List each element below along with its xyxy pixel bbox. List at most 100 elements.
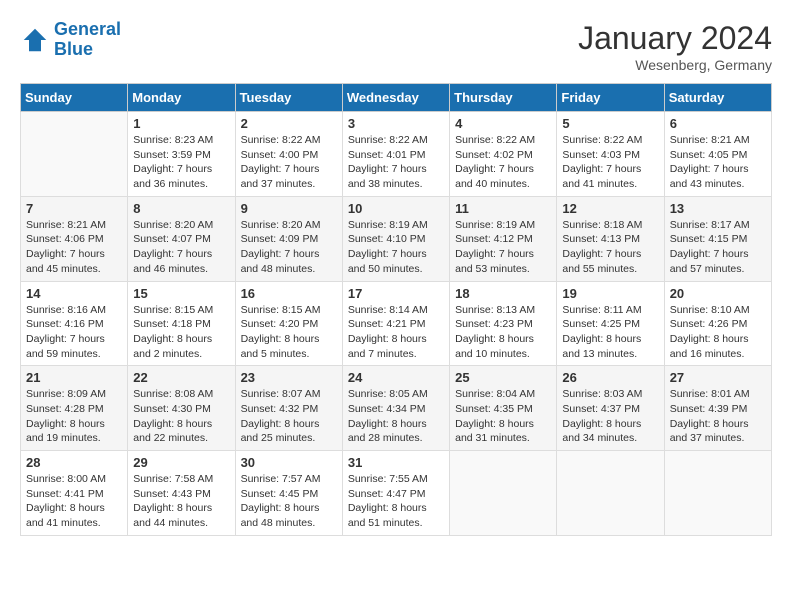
logo-text: General Blue (54, 20, 121, 60)
day-info: Sunrise: 8:21 AMSunset: 4:06 PMDaylight:… (26, 218, 122, 277)
calendar-table: SundayMondayTuesdayWednesdayThursdayFrid… (20, 83, 772, 536)
day-number: 24 (348, 370, 444, 385)
day-number: 21 (26, 370, 122, 385)
calendar-week-2: 7 Sunrise: 8:21 AMSunset: 4:06 PMDaylight… (21, 196, 772, 281)
day-number: 25 (455, 370, 551, 385)
logo-icon (20, 25, 50, 55)
weekday-header-sunday: Sunday (21, 84, 128, 112)
day-info: Sunrise: 8:08 AMSunset: 4:30 PMDaylight:… (133, 387, 229, 446)
day-info: Sunrise: 8:14 AMSunset: 4:21 PMDaylight:… (348, 303, 444, 362)
day-info: Sunrise: 8:09 AMSunset: 4:28 PMDaylight:… (26, 387, 122, 446)
calendar-cell (557, 451, 664, 536)
day-number: 10 (348, 201, 444, 216)
day-info: Sunrise: 8:13 AMSunset: 4:23 PMDaylight:… (455, 303, 551, 362)
calendar-cell: 13Sunrise: 8:17 AMSunset: 4:15 PMDayligh… (664, 196, 771, 281)
day-number: 16 (241, 286, 337, 301)
month-title: January 2024 (578, 20, 772, 57)
calendar-cell (664, 451, 771, 536)
day-number: 26 (562, 370, 658, 385)
calendar-week-4: 21 Sunrise: 8:09 AMSunset: 4:28 PMDayligh… (21, 366, 772, 451)
day-info: Sunrise: 8:01 AMSunset: 4:39 PMDaylight:… (670, 387, 766, 446)
calendar-cell: 8 Sunrise: 8:20 AMSunset: 4:07 PMDaylight… (128, 196, 235, 281)
day-info: Sunrise: 8:07 AMSunset: 4:32 PMDaylight:… (241, 387, 337, 446)
day-number: 12 (562, 201, 658, 216)
day-number: 9 (241, 201, 337, 216)
calendar-cell: 22 Sunrise: 8:08 AMSunset: 4:30 PMDayligh… (128, 366, 235, 451)
day-number: 5 (562, 116, 658, 131)
calendar-cell: 21 Sunrise: 8:09 AMSunset: 4:28 PMDayligh… (21, 366, 128, 451)
day-number: 28 (26, 455, 122, 470)
day-number: 20 (670, 286, 766, 301)
day-number: 31 (348, 455, 444, 470)
weekday-header-monday: Monday (128, 84, 235, 112)
calendar-cell: 26Sunrise: 8:03 AMSunset: 4:37 PMDayligh… (557, 366, 664, 451)
day-info: Sunrise: 8:22 AMSunset: 4:03 PMDaylight:… (562, 133, 658, 192)
calendar-cell: 28 Sunrise: 8:00 AMSunset: 4:41 PMDayligh… (21, 451, 128, 536)
day-info: Sunrise: 8:17 AMSunset: 4:15 PMDaylight:… (670, 218, 766, 277)
calendar-cell: 4 Sunrise: 8:22 AMSunset: 4:02 PMDaylight… (450, 112, 557, 197)
calendar-week-1: 1 Sunrise: 8:23 AMSunset: 3:59 PMDaylight… (21, 112, 772, 197)
calendar-cell: 30 Sunrise: 7:57 AMSunset: 4:45 PMDayligh… (235, 451, 342, 536)
calendar-cell: 31Sunrise: 7:55 AMSunset: 4:47 PMDayligh… (342, 451, 449, 536)
day-number: 19 (562, 286, 658, 301)
calendar-cell: 9 Sunrise: 8:20 AMSunset: 4:09 PMDaylight… (235, 196, 342, 281)
day-info: Sunrise: 8:22 AMSunset: 4:02 PMDaylight:… (455, 133, 551, 192)
calendar-cell: 12 Sunrise: 8:18 AMSunset: 4:13 PMDayligh… (557, 196, 664, 281)
day-info: Sunrise: 8:05 AMSunset: 4:34 PMDaylight:… (348, 387, 444, 446)
day-info: Sunrise: 8:20 AMSunset: 4:07 PMDaylight:… (133, 218, 229, 277)
weekday-header-tuesday: Tuesday (235, 84, 342, 112)
day-info: Sunrise: 7:57 AMSunset: 4:45 PMDaylight:… (241, 472, 337, 531)
day-number: 30 (241, 455, 337, 470)
calendar-cell: 20Sunrise: 8:10 AMSunset: 4:26 PMDayligh… (664, 281, 771, 366)
weekday-header-saturday: Saturday (664, 84, 771, 112)
day-number: 1 (133, 116, 229, 131)
day-number: 3 (348, 116, 444, 131)
calendar-cell (450, 451, 557, 536)
day-number: 22 (133, 370, 229, 385)
day-info: Sunrise: 8:18 AMSunset: 4:13 PMDaylight:… (562, 218, 658, 277)
day-number: 7 (26, 201, 122, 216)
calendar-cell: 18Sunrise: 8:13 AMSunset: 4:23 PMDayligh… (450, 281, 557, 366)
day-info: Sunrise: 8:23 AMSunset: 3:59 PMDaylight:… (133, 133, 229, 192)
logo-general: General (54, 19, 121, 39)
calendar-cell: 2Sunrise: 8:22 AMSunset: 4:00 PMDaylight… (235, 112, 342, 197)
day-info: Sunrise: 8:00 AMSunset: 4:41 PMDaylight:… (26, 472, 122, 531)
day-number: 8 (133, 201, 229, 216)
day-number: 17 (348, 286, 444, 301)
day-number: 15 (133, 286, 229, 301)
day-info: Sunrise: 8:21 AMSunset: 4:05 PMDaylight:… (670, 133, 766, 192)
day-info: Sunrise: 8:04 AMSunset: 4:35 PMDaylight:… (455, 387, 551, 446)
calendar-cell: 10 Sunrise: 8:19 AMSunset: 4:10 PMDayligh… (342, 196, 449, 281)
calendar-cell: 7 Sunrise: 8:21 AMSunset: 4:06 PMDaylight… (21, 196, 128, 281)
day-info: Sunrise: 8:15 AMSunset: 4:20 PMDaylight:… (241, 303, 337, 362)
calendar-cell: 29 Sunrise: 7:58 AMSunset: 4:43 PMDayligh… (128, 451, 235, 536)
day-number: 29 (133, 455, 229, 470)
day-number: 11 (455, 201, 551, 216)
calendar-cell: 15 Sunrise: 8:15 AMSunset: 4:18 PMDayligh… (128, 281, 235, 366)
calendar-cell: 3 Sunrise: 8:22 AMSunset: 4:01 PMDaylight… (342, 112, 449, 197)
day-info: Sunrise: 8:11 AMSunset: 4:25 PMDaylight:… (562, 303, 658, 362)
calendar-week-3: 14Sunrise: 8:16 AMSunset: 4:16 PMDayligh… (21, 281, 772, 366)
calendar-cell: 14Sunrise: 8:16 AMSunset: 4:16 PMDayligh… (21, 281, 128, 366)
calendar-cell: 16 Sunrise: 8:15 AMSunset: 4:20 PMDayligh… (235, 281, 342, 366)
logo: General Blue (20, 20, 121, 60)
day-info: Sunrise: 8:20 AMSunset: 4:09 PMDaylight:… (241, 218, 337, 277)
calendar-cell: 24 Sunrise: 8:05 AMSunset: 4:34 PMDayligh… (342, 366, 449, 451)
day-info: Sunrise: 8:19 AMSunset: 4:10 PMDaylight:… (348, 218, 444, 277)
day-info: Sunrise: 8:22 AMSunset: 4:01 PMDaylight:… (348, 133, 444, 192)
day-number: 27 (670, 370, 766, 385)
page-header: General Blue January 2024 Wesenberg, Ger… (20, 20, 772, 73)
day-info: Sunrise: 8:22 AMSunset: 4:00 PMDaylight:… (241, 133, 337, 192)
calendar-cell: 11 Sunrise: 8:19 AMSunset: 4:12 PMDayligh… (450, 196, 557, 281)
calendar-week-5: 28 Sunrise: 8:00 AMSunset: 4:41 PMDayligh… (21, 451, 772, 536)
calendar-cell: 27 Sunrise: 8:01 AMSunset: 4:39 PMDayligh… (664, 366, 771, 451)
calendar-cell (21, 112, 128, 197)
day-info: Sunrise: 8:19 AMSunset: 4:12 PMDaylight:… (455, 218, 551, 277)
day-number: 23 (241, 370, 337, 385)
day-number: 6 (670, 116, 766, 131)
day-number: 14 (26, 286, 122, 301)
calendar-cell: 19 Sunrise: 8:11 AMSunset: 4:25 PMDayligh… (557, 281, 664, 366)
day-number: 4 (455, 116, 551, 131)
day-info: Sunrise: 7:58 AMSunset: 4:43 PMDaylight:… (133, 472, 229, 531)
day-info: Sunrise: 8:15 AMSunset: 4:18 PMDaylight:… (133, 303, 229, 362)
